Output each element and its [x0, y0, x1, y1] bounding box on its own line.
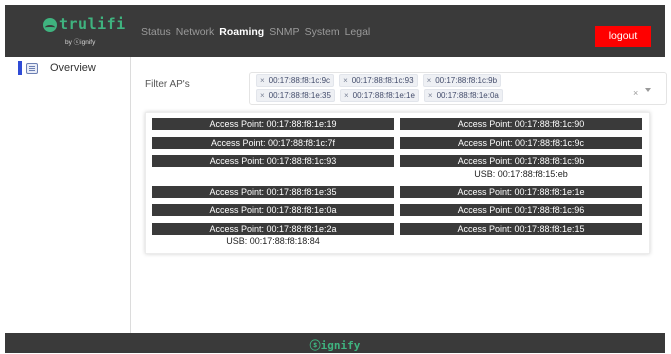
- filter-label: Filter AP's: [145, 79, 190, 90]
- logout-button[interactable]: logout: [595, 26, 651, 47]
- filter-tag: × 00:17:88:f8:1e:1e: [339, 89, 419, 102]
- access-point-tile[interactable]: Access Point: 00:17:88:f8:1e:1e: [400, 186, 642, 198]
- trulifi-logo[interactable]: trulifi by ⓢignify: [43, 15, 126, 51]
- nav-roaming[interactable]: Roaming: [219, 26, 264, 38]
- brand-name: trulifi: [59, 15, 126, 33]
- nav-status[interactable]: Status: [141, 26, 171, 38]
- usb-address: USB: 00:17:88:f8:15:eb: [474, 169, 568, 179]
- remove-tag-icon[interactable]: ×: [344, 91, 349, 100]
- filter-tag: × 00:17:88:f8:1c:9c: [256, 74, 335, 87]
- filter-tag-label: 00:17:88:f8:1e:1e: [352, 91, 415, 100]
- sidebar: Overview: [5, 57, 131, 333]
- access-point-tile[interactable]: Access Point: 00:17:88:f8:1e:15: [400, 223, 642, 235]
- access-point-tile[interactable]: Access Point: 00:17:88:f8:1e:19: [152, 118, 394, 130]
- access-point-tile[interactable]: Access Point: 00:17:88:f8:1c:90: [400, 118, 642, 130]
- chevron-down-icon[interactable]: [645, 88, 651, 92]
- sidebar-item-overview[interactable]: Overview: [5, 59, 130, 79]
- top-bar: trulifi by ⓢignify Status Network Roamin…: [5, 5, 665, 57]
- filter-tag-label: 00:17:88:f8:1c:9b: [435, 76, 498, 85]
- usb-address: USB: 00:17:88:f8:18:84: [226, 236, 320, 246]
- signify-logo[interactable]: ⓢignify: [5, 337, 665, 353]
- filter-tag-label: 00:17:88:f8:1e:0a: [436, 91, 499, 100]
- brand-subtitle: by ⓢignify: [65, 39, 96, 46]
- access-point-tile[interactable]: Access Point: 00:17:88:f8:1c:93: [152, 155, 394, 167]
- sidebar-active-indicator: [18, 61, 22, 75]
- filter-tag: × 00:17:88:f8:1e:0a: [423, 89, 503, 102]
- app-frame: trulifi by ⓢignify Status Network Roamin…: [0, 0, 671, 354]
- access-point-tile[interactable]: Access Point: 00:17:88:f8:1c:9b: [400, 155, 642, 167]
- access-point-tile[interactable]: Access Point: 00:17:88:f8:1c:7f: [152, 137, 394, 149]
- remove-tag-icon[interactable]: ×: [260, 91, 265, 100]
- nav-network[interactable]: Network: [176, 26, 215, 38]
- remove-tag-icon[interactable]: ×: [343, 76, 348, 85]
- trulifi-logo-icon: [43, 18, 57, 32]
- remove-tag-icon[interactable]: ×: [260, 76, 265, 85]
- filter-tag-label: 00:17:88:f8:1c:93: [351, 76, 414, 85]
- access-point-tile[interactable]: Access Point: 00:17:88:f8:1e:0a: [152, 204, 394, 216]
- nav-system[interactable]: System: [305, 26, 340, 38]
- remove-tag-icon[interactable]: ×: [428, 91, 433, 100]
- sidebar-item-label: Overview: [50, 62, 96, 74]
- main-nav: Status Network Roaming SNMP System Legal: [141, 26, 370, 38]
- selected-tags: × 00:17:88:f8:1c:9c × 00:17:88:f8:1c:93 × 0…: [256, 74, 561, 102]
- overview-icon: [26, 63, 38, 74]
- access-point-panel: Access Point: 00:17:88:f8:1e:19 Access P…: [145, 112, 650, 254]
- access-point-tile[interactable]: Access Point: 00:17:88:f8:1c:96: [400, 204, 642, 216]
- access-point-tile[interactable]: Access Point: 00:17:88:f8:1e:2a: [152, 223, 394, 235]
- filter-tag: × 00:17:88:f8:1c:9b: [422, 74, 502, 87]
- filter-tag: × 00:17:88:f8:1e:35: [256, 89, 335, 102]
- access-point-tile[interactable]: Access Point: 00:17:88:f8:1c:9c: [400, 137, 642, 149]
- nav-legal[interactable]: Legal: [345, 26, 371, 38]
- filter-tag-label: 00:17:88:f8:1e:35: [268, 91, 331, 100]
- remove-tag-icon[interactable]: ×: [427, 76, 432, 85]
- footer: ⓢignify: [5, 333, 665, 353]
- ap-filter-select[interactable]: × 00:17:88:f8:1c:9c × 00:17:88:f8:1c:93 × 0…: [249, 72, 667, 105]
- filter-tag: × 00:17:88:f8:1c:93: [339, 74, 418, 87]
- filter-tag-label: 00:17:88:f8:1c:9c: [268, 76, 331, 85]
- access-point-tile[interactable]: Access Point: 00:17:88:f8:1e:35: [152, 186, 394, 198]
- clear-icon[interactable]: ×: [633, 88, 638, 98]
- nav-snmp[interactable]: SNMP: [269, 26, 299, 38]
